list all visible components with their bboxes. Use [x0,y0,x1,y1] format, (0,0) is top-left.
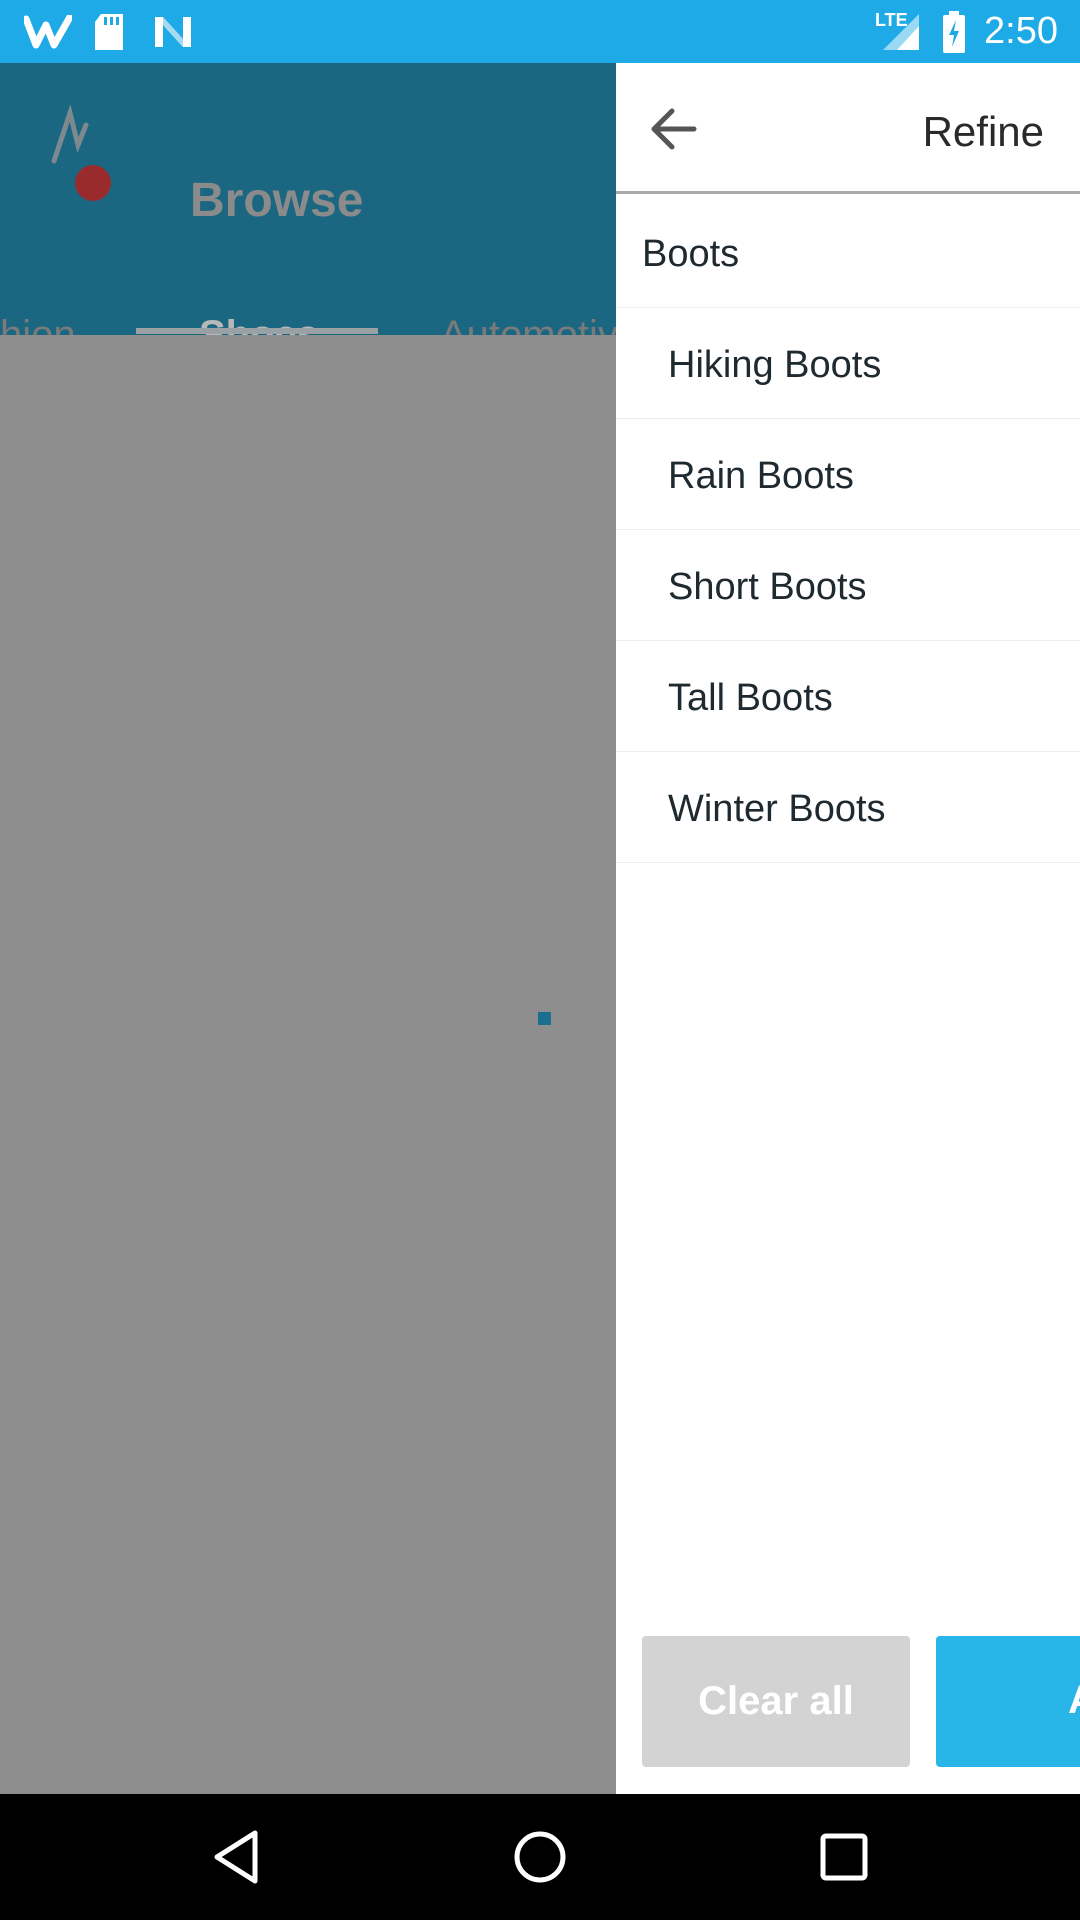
category-label: Boots [642,233,740,275]
subcategory-short-boots[interactable]: Short Boots [616,530,1080,641]
subcategory-hiking-boots[interactable]: Hiking Boots [616,308,1080,419]
subcategory-rain-boots[interactable]: Rain Boots [616,419,1080,530]
subcategory-label: Hiking Boots [668,344,882,386]
lte-label: LTE [875,10,908,30]
refine-drawer: Refine Boots Hiking Boots Rain Boots Sho… [616,63,1080,1794]
category-boots[interactable]: Boots [616,197,1080,308]
subcategory-label: Rain Boots [668,455,854,497]
page-title: Browse [190,174,364,227]
status-time: 2:50 [984,10,1058,52]
loading-spinner-icon [538,1012,551,1025]
wish-app-icon [22,0,74,63]
back-arrow-icon[interactable] [644,99,704,159]
sd-card-icon [92,0,126,63]
battery-charging-icon [940,0,968,63]
nav-home-icon[interactable] [500,1817,580,1897]
apply-button[interactable]: A [936,1636,1080,1767]
status-bar: LTE 2:50 [0,0,1080,63]
n-app-icon [152,0,194,63]
nav-back-icon[interactable] [196,1817,276,1897]
apply-button-label: A [1068,1678,1080,1723]
drawer-header: Refine [616,63,1080,194]
notification-dot-icon [75,165,111,201]
drawer-title: Refine [922,108,1044,155]
clear-all-button[interactable]: Clear all [642,1636,910,1767]
subcategory-label: Winter Boots [668,788,886,830]
subcategory-tall-boots[interactable]: Tall Boots [616,641,1080,752]
subcategory-winter-boots[interactable]: Winter Boots [616,752,1080,863]
navigation-bar [0,1794,1080,1920]
tab-indicator [136,328,378,334]
wish-logo-icon[interactable] [48,104,98,170]
subcategory-label: Tall Boots [668,677,833,719]
nav-recents-icon[interactable] [804,1817,884,1897]
subcategory-label: Short Boots [668,566,867,608]
